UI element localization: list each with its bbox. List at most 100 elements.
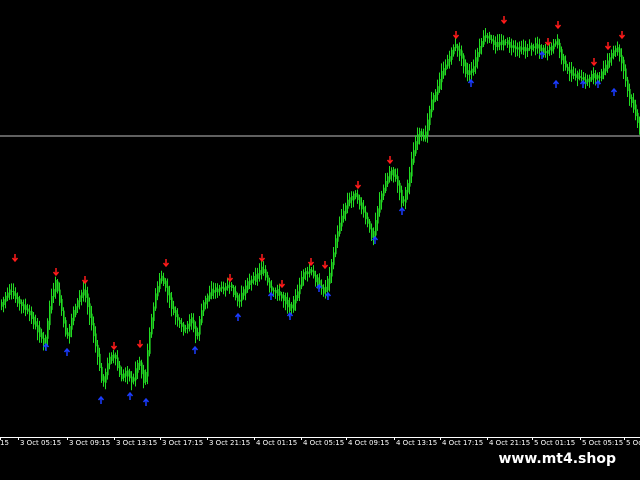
candle-body	[599, 76, 601, 78]
time-axis-label: 4 Oct 05:15	[303, 439, 345, 447]
arrow-up-icon	[324, 291, 332, 300]
candle-body	[409, 172, 411, 187]
price-chart[interactable]	[0, 0, 640, 440]
candle-body	[635, 104, 637, 117]
arrow-up-icon	[610, 87, 618, 96]
arrow-down-icon	[321, 261, 329, 270]
arrow-down-icon	[52, 268, 60, 277]
candle-body	[617, 47, 619, 53]
candle-body	[263, 269, 265, 274]
candle-body	[331, 262, 333, 277]
candle-body	[127, 370, 129, 377]
arrow-down-icon	[307, 258, 315, 267]
candle-body	[129, 371, 131, 379]
candle-body	[627, 79, 629, 92]
candle-body	[171, 297, 173, 309]
time-axis-label: 15	[0, 439, 9, 447]
candle-body	[241, 292, 243, 301]
candle-body	[215, 287, 217, 293]
candle-body	[379, 199, 381, 213]
candle-body	[623, 59, 625, 72]
candle-body	[123, 373, 125, 378]
candle-body	[13, 291, 15, 296]
time-axis-tick	[18, 437, 19, 440]
arrow-down-icon	[278, 280, 286, 289]
time-axis-label: 4 Oct 09:15	[348, 439, 390, 447]
candle-body	[629, 88, 631, 100]
candle-body	[169, 292, 171, 301]
candle-body	[553, 43, 555, 50]
arrow-up-icon	[267, 291, 275, 300]
candle-body	[437, 86, 439, 95]
candle-body	[87, 293, 89, 308]
time-axis-tick	[207, 437, 208, 440]
candle-body	[499, 41, 501, 46]
candle-body	[141, 362, 143, 375]
arrow-up-icon	[126, 391, 134, 400]
time-axis-tick	[346, 437, 347, 440]
candle-body	[247, 281, 249, 290]
candle-body	[37, 325, 39, 333]
candle-body	[561, 49, 563, 61]
candle-body	[375, 220, 377, 236]
arrow-down-icon	[590, 58, 598, 67]
candle-body	[51, 296, 53, 310]
candle-body	[547, 49, 549, 54]
time-axis-tick	[301, 437, 302, 440]
candle-body	[507, 40, 509, 45]
candle-body	[233, 287, 235, 295]
candle-body	[505, 42, 507, 44]
candle-body	[365, 211, 367, 220]
candle-body	[213, 289, 215, 293]
candle-body	[483, 35, 485, 45]
candle-body	[615, 48, 617, 53]
candle-body	[359, 197, 361, 206]
arrow-down-icon	[604, 42, 612, 51]
candle-body	[235, 291, 237, 298]
candle-body	[253, 276, 255, 281]
candle-body	[257, 273, 259, 279]
candle-body	[413, 150, 415, 163]
candle-body	[583, 76, 585, 81]
candle-body	[341, 215, 343, 227]
candle-body	[521, 47, 523, 50]
candle-body	[209, 292, 211, 299]
candle-body	[275, 290, 277, 294]
candle-body	[103, 376, 105, 383]
candle-body	[459, 49, 461, 56]
candle-body	[315, 274, 317, 283]
candle-body	[529, 45, 531, 49]
arrow-up-icon	[97, 395, 105, 404]
candle-body	[85, 289, 87, 298]
candle-body	[5, 295, 7, 302]
candle-body	[197, 332, 199, 337]
candle-body	[175, 310, 177, 318]
candle-body	[223, 287, 225, 291]
candle-body	[301, 276, 303, 287]
arrow-down-icon	[258, 254, 266, 263]
candle-body	[419, 131, 421, 138]
candle-body	[401, 189, 403, 204]
candle-body	[133, 377, 135, 382]
candle-body	[503, 40, 505, 46]
candle-body	[391, 169, 393, 176]
time-axis-label: 4 Oct 17:15	[442, 439, 484, 447]
candle-body	[221, 286, 223, 289]
time-axis-tick	[624, 437, 625, 440]
candle-body	[389, 171, 391, 180]
candle-body	[559, 42, 561, 53]
candle-body	[495, 41, 497, 47]
candle-body	[577, 72, 579, 80]
candle-body	[153, 306, 155, 322]
candle-body	[219, 287, 221, 292]
time-axis-tick	[440, 437, 441, 440]
candle-body	[423, 134, 425, 140]
candle-body	[535, 43, 537, 49]
candle-body	[473, 66, 475, 72]
candlestick-plot[interactable]	[0, 0, 640, 440]
candle-body	[487, 35, 489, 39]
candle-body	[385, 180, 387, 192]
candle-body	[185, 327, 187, 330]
candle-body	[117, 357, 119, 369]
candle-body	[425, 131, 427, 139]
